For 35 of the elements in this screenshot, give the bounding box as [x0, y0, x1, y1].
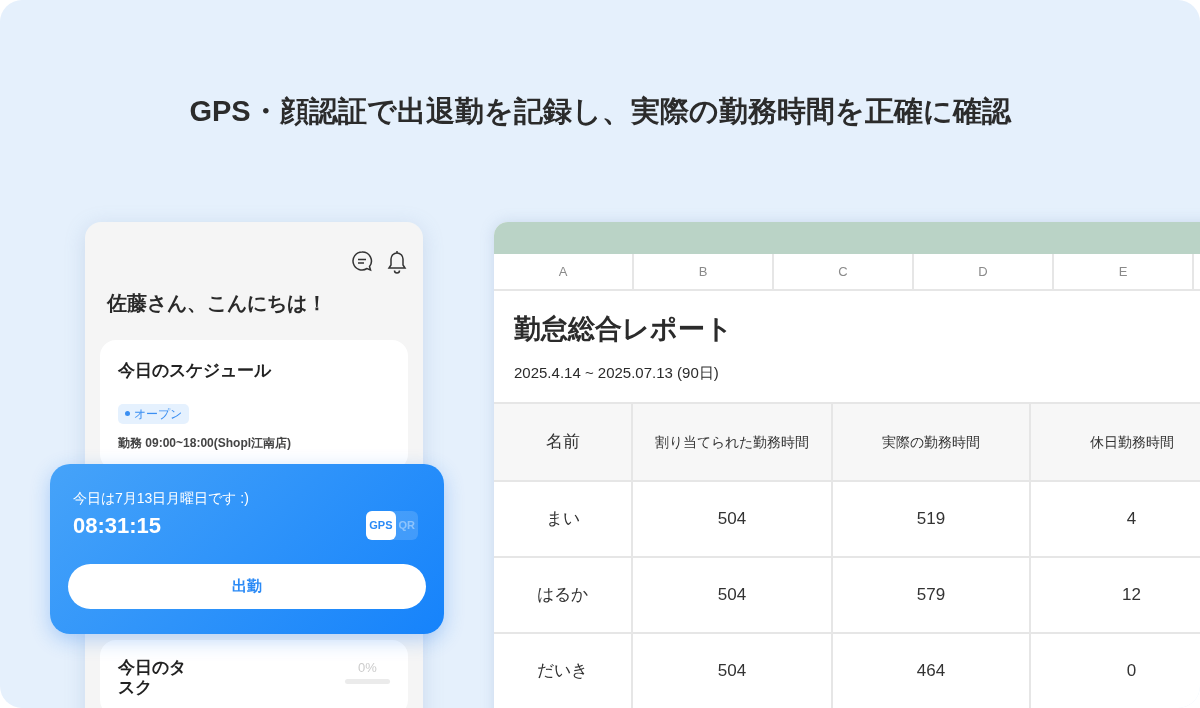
table-cell: 4: [1031, 482, 1200, 558]
column-header: 名前: [494, 404, 633, 482]
greeting: 佐藤さん、こんにちは！: [107, 291, 328, 316]
status-tag: オープン: [118, 403, 189, 424]
headline: GPS・顔認証で出退勤を記録し、実際の勤務時間を正確に確認: [188, 94, 1013, 129]
table-cell: 504: [633, 634, 833, 708]
column-letter: E: [1054, 254, 1194, 289]
card-title: 今日のスケジュール: [118, 360, 273, 382]
column-letter: D: [914, 254, 1054, 289]
table-cell: まい: [494, 482, 633, 558]
table-cell: 579: [833, 558, 1031, 634]
table-cell: 504: [633, 558, 833, 634]
table-cell: だいき: [494, 634, 633, 708]
table-cell: 519: [833, 482, 1031, 558]
table-cell: 0: [1031, 634, 1200, 708]
clock-in-button[interactable]: 出勤: [68, 564, 426, 609]
table-cell: 12: [1031, 558, 1200, 634]
date-text: 今日は7月13日月曜日です :): [73, 489, 250, 508]
column-header: 実際の勤務時間: [833, 404, 1031, 482]
column-header: 割り当てられた勤務時間: [633, 404, 833, 482]
column-letter: B: [634, 254, 774, 289]
table-cell: 464: [833, 634, 1031, 708]
column-letter: C: [774, 254, 914, 289]
table-cell: 504: [633, 482, 833, 558]
clock-time: 08:31:15: [73, 512, 162, 540]
report-period: 2025.4.14 ~ 2025.07.13 (90日): [513, 362, 720, 383]
bell-icon[interactable]: [387, 250, 407, 274]
chat-icon[interactable]: [351, 250, 373, 272]
card-title: 今日のタスク: [118, 657, 187, 699]
column-letter: A: [494, 254, 634, 289]
column-header: 休日勤務時間: [1031, 404, 1200, 482]
shift-text: 勤務 09:00~18:00(Shopl江南店): [118, 434, 293, 452]
report-title: 勤怠総合レポート: [513, 313, 734, 346]
mode-toggle[interactable]: GPS: [366, 511, 396, 540]
table-cell: はるか: [494, 558, 633, 634]
